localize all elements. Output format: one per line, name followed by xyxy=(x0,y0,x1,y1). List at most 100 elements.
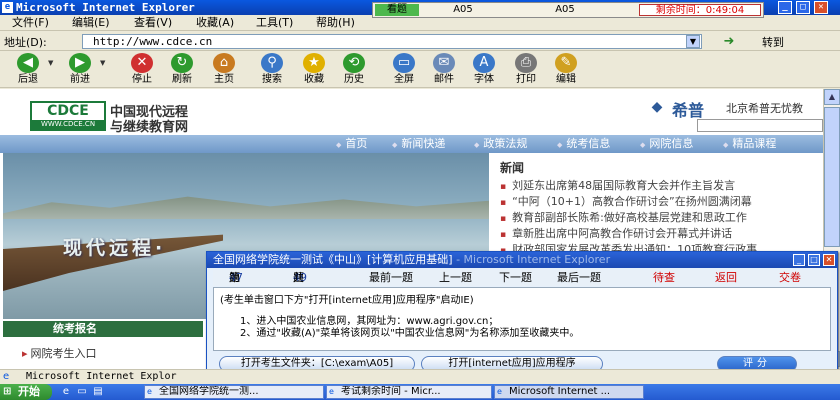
desktop-quicklaunch-icon[interactable]: ▭ xyxy=(76,386,88,398)
dialog-titlebar: 全国网络学院统一测试《中山》[计算机应用基础] - Microsoft Inte… xyxy=(207,252,837,268)
fullscreen-button[interactable]: ▭ 全屏 xyxy=(386,53,422,87)
cdce-logo[interactable]: CDCE WWW.CDCE.CN xyxy=(30,101,106,131)
banner-slogan: 现代远程· xyxy=(63,237,167,259)
menu-help[interactable]: 帮助(H) xyxy=(316,15,355,31)
folder-quicklaunch-icon[interactable]: ▤ xyxy=(92,386,104,398)
site-title-line2: 与继续教育网 xyxy=(110,120,189,135)
nav-college-info[interactable]: 网院信息 xyxy=(640,135,693,153)
submit-exam-button[interactable]: 交卷 xyxy=(779,270,801,286)
favorites-button[interactable]: ★ 收藏 xyxy=(296,53,332,87)
chevron-down-icon[interactable]: ▼ xyxy=(100,59,105,67)
nav-home[interactable]: 首页 xyxy=(336,135,367,153)
edit-icon: ✎ xyxy=(555,53,577,73)
news-item[interactable]: “中阿（10+1）高教合作研讨会”在扬州圆满闭幕 xyxy=(500,193,752,209)
ie-quicklaunch-icon[interactable]: e xyxy=(60,386,72,398)
taskbar-item-exam-window[interactable]: e 全国网络学院统一测... xyxy=(144,385,324,399)
chevron-down-icon[interactable]: ▼ xyxy=(48,59,53,67)
partner-name[interactable]: 希普 xyxy=(672,97,704,121)
site-nav: 首页 新闻快递 政策法规 统考信息 网院信息 精品课程 xyxy=(0,135,823,153)
history-icon: ⟲ xyxy=(343,53,365,73)
taskbar-item-ie-window[interactable]: e Microsoft Internet ... xyxy=(494,385,644,399)
next-question-button[interactable]: 下一题 xyxy=(499,270,532,286)
question-step2: 2、通过"收藏(A)"菜单将该网页以"中国农业信息网"为名称添加至收藏夹中。 xyxy=(240,328,580,339)
cdce-logo-text: CDCE xyxy=(47,103,89,119)
address-bar: 地址(D): http://www.cdce.cn ▼ ➜ 转到 xyxy=(0,32,840,51)
ie-task-icon: e xyxy=(329,387,334,396)
mail-button[interactable]: ✉ 邮件 xyxy=(426,53,462,87)
news-item[interactable]: 章新胜出席中阿高教合作研讨会开幕式并讲话 xyxy=(500,225,732,241)
first-question-button[interactable]: 最前一题 xyxy=(369,270,413,286)
fullscreen-icon: ▭ xyxy=(393,53,415,73)
dialog-title-suffix: - Microsoft Internet Explorer xyxy=(456,253,611,266)
close-button[interactable]: ✕ xyxy=(814,1,828,14)
search-icon: ⚲ xyxy=(261,53,283,73)
student-entry-link[interactable]: 网院考生入口 xyxy=(22,345,97,361)
go-arrow-icon[interactable]: ➜ xyxy=(722,35,736,49)
ie-page-icon: e xyxy=(3,371,10,382)
dialog-close-button[interactable]: ✕ xyxy=(823,254,835,266)
start-label: 开始 xyxy=(18,385,40,398)
stop-icon: ✕ xyxy=(131,53,153,73)
go-button[interactable]: 转到 xyxy=(762,34,784,50)
forward-icon: ▶ xyxy=(69,53,91,73)
menu-edit[interactable]: 编辑(E) xyxy=(72,15,110,31)
dialog-maximize-button[interactable]: □ xyxy=(808,254,820,266)
home-icon: ⌂ xyxy=(213,53,235,73)
maximize-button[interactable]: □ xyxy=(796,1,810,14)
forward-button[interactable]: ▶ 前进 ▼ xyxy=(62,53,105,87)
menu-view[interactable]: 查看(V) xyxy=(134,15,172,31)
refresh-button[interactable]: ↻ 刷新 xyxy=(164,53,200,87)
site-search-input[interactable] xyxy=(697,119,823,132)
print-button[interactable]: ⎙ 打印 xyxy=(508,53,544,87)
address-label: 地址(D): xyxy=(4,36,47,49)
nav-exam-info[interactable]: 统考信息 xyxy=(557,135,610,153)
nav-news[interactable]: 新闻快递 xyxy=(392,135,445,153)
window-title: Microsoft Internet Explorer xyxy=(16,1,195,14)
last-question-button[interactable]: 最后一题 xyxy=(557,270,601,286)
start-button[interactable]: ⊞ 开始 xyxy=(0,384,52,400)
ie-task-icon: e xyxy=(147,387,152,396)
taskbar-item-timer-window[interactable]: e 考试剩余时间 - Micr... xyxy=(326,385,492,399)
toolbar-label: 历史 xyxy=(344,74,364,85)
question-nav: 第 47 题 共 49 题 最前一题 上一题 下一题 最后一题 待查 返回 交卷 xyxy=(213,270,831,286)
partner-company[interactable]: 北京希普无忧教 xyxy=(726,100,803,116)
pending-button[interactable]: 待查 xyxy=(653,270,675,286)
font-button[interactable]: A 字体 xyxy=(466,53,502,87)
toolbar-label: 字体 xyxy=(474,74,494,85)
toolbar-label: 全屏 xyxy=(394,74,414,85)
minimize-button[interactable]: _ xyxy=(778,1,792,14)
nav-policy[interactable]: 政策法规 xyxy=(474,135,527,153)
print-icon: ⎙ xyxy=(515,53,537,73)
search-button[interactable]: ⚲ 搜索 xyxy=(254,53,290,87)
chevron-down-icon[interactable]: ▼ xyxy=(686,35,700,48)
partner-logo-icon: ◆ xyxy=(651,99,663,115)
refresh-icon: ↻ xyxy=(171,53,193,73)
windows-flag-icon: ⊞ xyxy=(3,386,12,397)
menu-bar: 文件(F) 编辑(E) 查看(V) 收藏(A) 工具(T) 帮助(H) xyxy=(0,15,840,31)
status-text: Microsoft Internet Explor xyxy=(26,371,177,382)
favorites-icon: ★ xyxy=(303,53,325,73)
home-button[interactable]: ⌂ 主页 xyxy=(206,53,242,87)
question-body: (考生单击窗口下方"打开[internet应用]应用程序"启动IE) 1、进入中… xyxy=(213,287,831,351)
edit-button[interactable]: ✎ 编辑 xyxy=(548,53,584,87)
toolbar-label: 编辑 xyxy=(556,74,576,85)
history-button[interactable]: ⟲ 历史 xyxy=(336,53,372,87)
toolbar-label: 收藏 xyxy=(304,74,324,85)
dialog-minimize-button[interactable]: _ xyxy=(793,254,805,266)
back-button[interactable]: 返回 xyxy=(715,270,737,286)
news-item[interactable]: 教育部副部长陈希:做好高校基层党建和思政工作 xyxy=(500,209,747,225)
menu-favorites[interactable]: 收藏(A) xyxy=(196,15,234,31)
back-button[interactable]: ◀ 后退 ▼ xyxy=(10,53,53,87)
menu-tools[interactable]: 工具(T) xyxy=(256,15,293,31)
prev-question-button[interactable]: 上一题 xyxy=(439,270,472,286)
menu-file[interactable]: 文件(F) xyxy=(12,15,49,31)
toolbar-label: 打印 xyxy=(516,74,536,85)
news-item[interactable]: 刘延东出席第48届国际教育大会并作主旨发言 xyxy=(500,177,735,193)
nav-courses[interactable]: 精品课程 xyxy=(723,135,776,153)
scroll-thumb[interactable] xyxy=(824,107,840,247)
address-input[interactable]: http://www.cdce.cn xyxy=(82,34,702,49)
stop-button[interactable]: ✕ 停止 xyxy=(124,53,160,87)
scroll-up-icon[interactable]: ▲ xyxy=(824,89,840,105)
toolbar-label: 邮件 xyxy=(434,74,454,85)
ie-task-icon: e xyxy=(497,387,502,396)
